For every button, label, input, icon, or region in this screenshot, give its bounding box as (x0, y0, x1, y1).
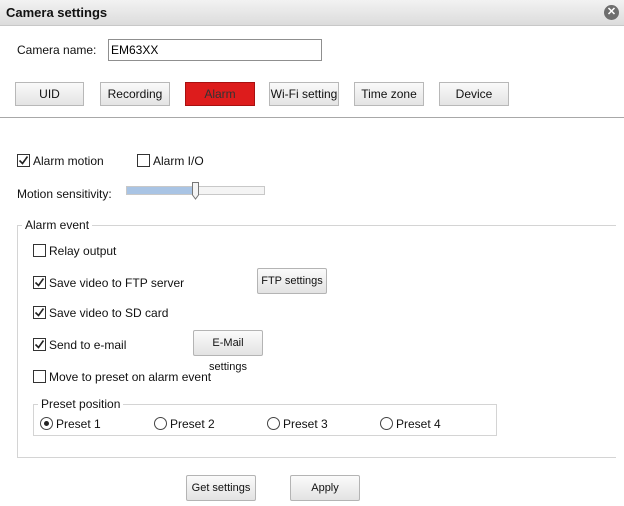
preset-2-radio[interactable] (154, 417, 167, 430)
send-email-checkbox[interactable] (33, 338, 46, 351)
checkmark-icon (34, 278, 45, 287)
checkmark-icon (34, 340, 45, 349)
tab-uid[interactable]: UID (15, 82, 84, 106)
tab-divider (0, 117, 624, 118)
motion-sensitivity-thumb[interactable] (192, 182, 199, 200)
preset-3-radio[interactable] (267, 417, 280, 430)
ftp-settings-button[interactable]: FTP settings (257, 268, 327, 294)
move-preset-label: Move to preset on alarm event (49, 370, 212, 384)
preset-4-label: Preset 4 (396, 417, 441, 431)
tab-alarm[interactable]: Alarm (185, 82, 255, 106)
close-icon[interactable]: ✕ (604, 5, 619, 20)
alarm-io-checkbox[interactable] (137, 154, 150, 167)
apply-button[interactable]: Apply (290, 475, 360, 501)
relay-output-checkbox[interactable] (33, 244, 46, 257)
alarm-motion-label: Alarm motion (33, 154, 104, 168)
preset-1-radio[interactable] (40, 417, 53, 430)
move-preset-checkbox[interactable] (33, 370, 46, 383)
preset-2-label: Preset 2 (170, 417, 215, 431)
radio-selected-dot (44, 421, 49, 426)
slider-thumb-icon (192, 182, 199, 200)
alarm-event-legend: Alarm event (22, 218, 93, 232)
preset-3-label: Preset 3 (283, 417, 328, 431)
save-ftp-checkbox[interactable] (33, 276, 46, 289)
save-sd-label: Save video to SD card (49, 306, 169, 320)
motion-sensitivity-label: Motion sensitivity: (17, 187, 112, 201)
checkmark-icon (34, 308, 45, 317)
preset-position-legend: Preset position (38, 397, 124, 411)
tab-device[interactable]: Device (439, 82, 509, 106)
get-settings-button[interactable]: Get settings (186, 475, 256, 501)
save-ftp-label: Save video to FTP server (49, 276, 185, 290)
alarm-io-label: Alarm I/O (153, 154, 204, 168)
motion-sensitivity-fill (127, 187, 197, 194)
email-settings-button[interactable]: E-Mail settings (193, 330, 263, 373)
relay-output-label: Relay output (49, 244, 117, 258)
window-title: Camera settings (6, 5, 108, 20)
checkmark-icon (18, 156, 29, 165)
preset-1-label: Preset 1 (56, 417, 101, 431)
alarm-motion-checkbox[interactable] (17, 154, 30, 167)
preset-4-radio[interactable] (380, 417, 393, 430)
tab-recording[interactable]: Recording (100, 82, 170, 106)
tab-wifi-setting[interactable]: Wi-Fi setting (269, 82, 339, 106)
camera-name-label: Camera name: (17, 43, 97, 57)
tab-time-zone[interactable]: Time zone (354, 82, 424, 106)
send-email-label: Send to e-mail (49, 338, 127, 352)
camera-name-input[interactable] (108, 39, 322, 61)
save-sd-checkbox[interactable] (33, 306, 46, 319)
